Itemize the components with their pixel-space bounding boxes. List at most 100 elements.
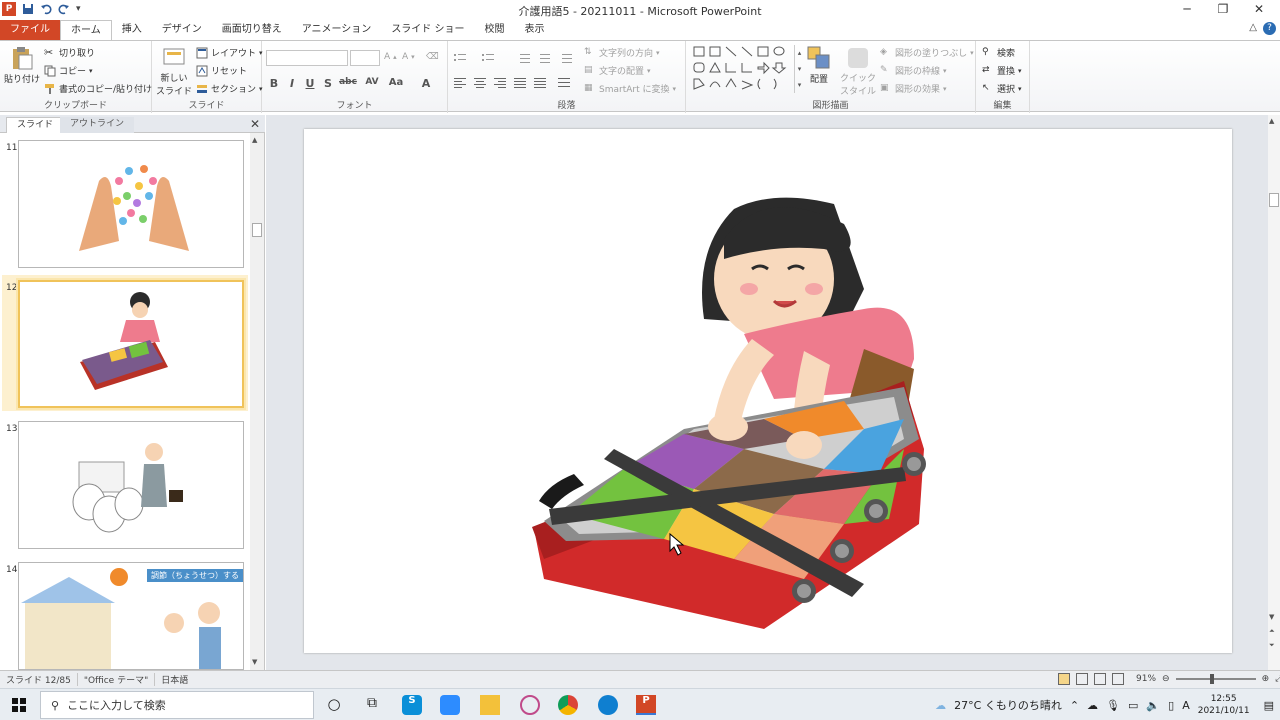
zoom-level[interactable]: 91%: [1136, 674, 1156, 684]
network-icon[interactable]: ▭: [1128, 699, 1138, 712]
italic-button[interactable]: I: [284, 77, 300, 90]
char-spacing-button[interactable]: AV: [362, 77, 382, 87]
file-explorer-icon[interactable]: [480, 695, 500, 715]
volume-icon[interactable]: 🔈: [1146, 699, 1160, 712]
smartart-button[interactable]: ▦ SmartArt に変換 ▾: [584, 82, 676, 96]
taskbar-search[interactable]: ⚲ ここに入力して検索: [40, 691, 314, 719]
arrange-button[interactable]: 配置: [806, 45, 832, 85]
panel-scroll-thumb[interactable]: [252, 223, 262, 237]
weather-text[interactable]: 27°C くもりのち晴れ: [954, 697, 1062, 713]
tab-insert[interactable]: 挿入: [112, 20, 152, 40]
tab-view[interactable]: 表示: [515, 20, 555, 40]
tab-outline[interactable]: アウトライン: [60, 117, 135, 133]
tab-transitions[interactable]: 画面切り替え: [212, 20, 292, 40]
skype-icon[interactable]: S: [402, 695, 422, 715]
shape-fill-button[interactable]: ◈ 図形の塗りつぶし ▾: [880, 46, 974, 60]
main-scrollbar[interactable]: ▲ ▼ ⏶ ⏷: [1268, 115, 1280, 670]
main-scroll-thumb[interactable]: [1269, 193, 1279, 207]
current-slide[interactable]: [304, 129, 1232, 653]
layout-button[interactable]: レイアウト ▾: [196, 46, 263, 59]
copy-button[interactable]: コピー ▾: [44, 64, 93, 77]
tab-design[interactable]: デザイン: [152, 20, 212, 40]
zoom-slider[interactable]: [1175, 674, 1256, 684]
underline-button[interactable]: U: [302, 77, 318, 90]
snipping-tool-icon[interactable]: [520, 695, 540, 715]
font-color-button[interactable]: A: [418, 77, 434, 90]
windows-start-icon[interactable]: [12, 698, 26, 712]
new-slide-button[interactable]: 新しい スライド: [156, 45, 192, 97]
ribbon-collapse-icon[interactable]: △: [1249, 22, 1257, 35]
main-scroll-up-icon[interactable]: ▲: [1269, 117, 1274, 125]
scroll-down-icon[interactable]: ▼: [252, 658, 257, 666]
slide-sorter-icon[interactable]: [1076, 673, 1088, 685]
battery-icon[interactable]: ▯: [1168, 699, 1174, 712]
prev-slide-icon[interactable]: ⏶: [1269, 627, 1275, 636]
main-scroll-down-icon[interactable]: ▼: [1269, 613, 1274, 621]
scroll-up-icon[interactable]: ▲: [252, 136, 257, 144]
replace-button[interactable]: ⇄ 置換 ▾: [982, 64, 1022, 78]
text-direction-button[interactable]: ⇅ 文字列の方向 ▾: [584, 46, 660, 60]
select-button[interactable]: ↖ 選択 ▾: [982, 82, 1022, 96]
cut-button[interactable]: ✂ 切り取り: [44, 46, 95, 59]
slide-thumbnail-11[interactable]: [18, 140, 244, 268]
zoom-app-icon[interactable]: [440, 695, 460, 715]
chrome-icon[interactable]: [558, 695, 578, 715]
close-button[interactable]: ✕: [1244, 2, 1274, 16]
tab-slideshow[interactable]: スライド ショー: [381, 20, 474, 40]
find-button[interactable]: ⚲ 検索: [982, 46, 1015, 60]
reading-view-icon[interactable]: [1094, 673, 1106, 685]
restore-button[interactable]: ❐: [1208, 2, 1238, 16]
edge-icon[interactable]: [598, 695, 618, 715]
grow-font-button[interactable]: A ▴: [384, 52, 397, 62]
onedrive-icon[interactable]: ☁: [1087, 699, 1098, 712]
bold-button[interactable]: B: [266, 77, 282, 90]
format-painter-button[interactable]: 書式のコピー/貼り付け: [44, 82, 152, 95]
cortana-icon[interactable]: ○: [324, 695, 344, 715]
paste-button[interactable]: 貼り付け: [4, 45, 40, 85]
tab-animations[interactable]: アニメーション: [292, 20, 382, 40]
shapes-gallery[interactable]: [692, 45, 796, 93]
tab-review[interactable]: 校閲: [475, 20, 515, 40]
zoom-in-icon[interactable]: ⊕: [1262, 674, 1270, 684]
clear-format-icon[interactable]: ⌫: [426, 52, 439, 62]
tab-slides[interactable]: スライド: [6, 117, 65, 133]
tab-file[interactable]: ファイル: [0, 20, 60, 40]
change-case-button[interactable]: Aa: [386, 77, 406, 88]
next-slide-icon[interactable]: ⏷: [1269, 641, 1275, 650]
strikethrough-button[interactable]: abc: [338, 77, 358, 87]
align-text-button[interactable]: ▤ 文字の配置 ▾: [584, 64, 651, 78]
panel-scrollbar[interactable]: ▲ ▼: [250, 133, 264, 670]
reset-button[interactable]: リセット: [196, 64, 247, 77]
slideshow-view-icon[interactable]: [1112, 673, 1124, 685]
microphone-icon[interactable]: 🎙: [1106, 699, 1120, 712]
normal-view-icon[interactable]: [1058, 673, 1070, 685]
slide-thumbnail-14[interactable]: 調節（ちょうせつ）する: [18, 562, 244, 670]
slide-thumbnail-13[interactable]: [18, 421, 244, 549]
paragraph-align-icons[interactable]: [454, 77, 574, 89]
powerpoint-taskbar-icon[interactable]: P: [636, 695, 656, 715]
section-button[interactable]: セクション ▾: [196, 82, 263, 95]
shapes-gallery-more-icon[interactable]: ▴ ▾ ▾: [794, 45, 804, 93]
shape-effects-button[interactable]: ▣ 図形の効果 ▾: [880, 82, 947, 96]
font-size-combo[interactable]: [350, 50, 380, 66]
task-view-icon[interactable]: ⧉: [362, 695, 382, 715]
panel-close-button[interactable]: ✕: [250, 117, 260, 131]
clock[interactable]: 12:55 2021/10/11: [1198, 693, 1250, 717]
weather-icon[interactable]: ☁: [935, 699, 946, 712]
zoom-out-icon[interactable]: ⊖: [1162, 674, 1170, 684]
font-name-combo[interactable]: [266, 50, 348, 66]
tray-expand-icon[interactable]: ⌃: [1070, 699, 1079, 712]
ime-indicator[interactable]: A: [1182, 699, 1190, 712]
zoom-slider-knob[interactable]: [1209, 674, 1214, 684]
notification-icon[interactable]: ▤: [1264, 699, 1274, 712]
language-indicator[interactable]: 日本語: [161, 673, 194, 686]
shadow-button[interactable]: S: [320, 77, 336, 90]
shrink-font-button[interactable]: A ▾: [402, 52, 415, 62]
minimize-button[interactable]: ─: [1172, 2, 1202, 16]
shape-outline-button[interactable]: ✎ 図形の枠線 ▾: [880, 64, 947, 78]
fit-to-window-icon[interactable]: ⤢: [1275, 674, 1280, 684]
slide-thumbnail-12[interactable]: [18, 280, 244, 408]
list-indent-icons[interactable]: [454, 52, 574, 64]
tab-home[interactable]: ホーム: [60, 20, 112, 40]
help-icon[interactable]: ?: [1263, 22, 1276, 35]
